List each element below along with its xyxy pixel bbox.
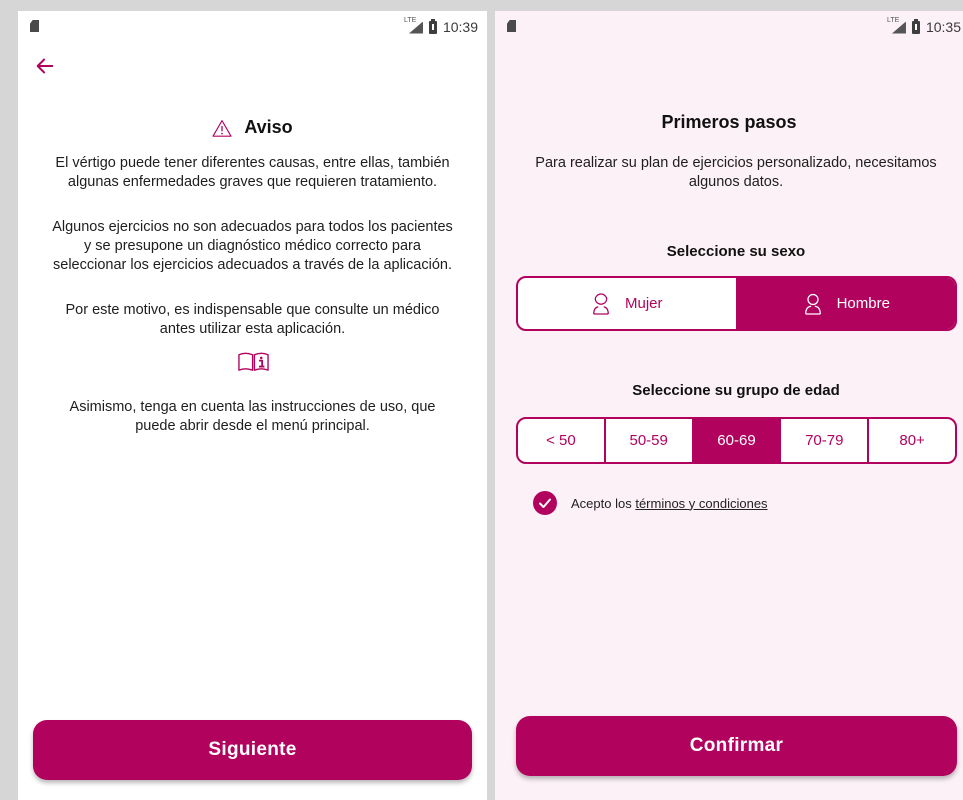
paragraph-2: Algunos ejercicios no son adecuados para…: [52, 219, 453, 273]
page-title: Aviso: [244, 117, 293, 137]
age-label: Seleccione su grupo de edad: [632, 382, 840, 399]
paragraph-1: El vértigo puede tener diferentes causas…: [55, 155, 450, 190]
male-person-icon: [804, 293, 821, 315]
page-title: Primeros pasos: [661, 112, 797, 132]
female-person-icon: [593, 292, 609, 315]
aviso-header: Aviso: [18, 117, 487, 138]
signal-icon: LTE: [404, 17, 423, 34]
age-selector: < 50 50-59 60-69 70-79 80+: [516, 417, 957, 464]
paragraph-4: Asimismo, tenga en cuenta las instruccio…: [69, 399, 436, 434]
sd-card-icon: [30, 20, 39, 32]
first-steps-screen: LTE 10:35 Primeros pasos Para realizar s…: [495, 11, 963, 800]
age-option-60-69[interactable]: 60-69: [693, 419, 782, 462]
terms-checkbox[interactable]: [533, 491, 557, 515]
status-time: 10:35: [925, 19, 961, 35]
sex-label: Seleccione su sexo: [666, 243, 806, 260]
terms-text: Acepto los términos y condiciones: [571, 495, 768, 511]
status-bar: LTE 10:39: [18, 11, 487, 45]
age-option-under-50[interactable]: < 50: [518, 419, 606, 462]
sex-selector: Mujer Hombre: [516, 276, 957, 331]
battery-icon: [428, 18, 437, 34]
sd-card-icon: [507, 20, 516, 32]
status-time: 10:39: [442, 19, 478, 35]
confirm-button[interactable]: Confirmar: [516, 716, 957, 776]
age-option-80-plus[interactable]: 80+: [869, 419, 955, 462]
next-button[interactable]: Siguiente: [33, 720, 472, 780]
status-bar: LTE 10:35: [495, 11, 963, 45]
terms-row: Acepto los términos y condiciones: [533, 491, 768, 515]
intro-text: Para realizar su plan de ejercicios pers…: [535, 155, 937, 190]
aviso-screen: LTE 10:39 Aviso El vértigo puede tener d…: [18, 11, 487, 800]
check-icon: [539, 498, 551, 508]
sex-option-female[interactable]: Mujer: [518, 278, 738, 329]
battery-icon: [911, 18, 920, 34]
info-book-icon[interactable]: [237, 352, 270, 372]
terms-link[interactable]: términos y condiciones: [635, 496, 767, 511]
age-option-50-59[interactable]: 50-59: [606, 419, 694, 462]
age-option-70-79[interactable]: 70-79: [781, 419, 870, 462]
signal-icon: LTE: [887, 17, 906, 34]
sex-option-male[interactable]: Hombre: [737, 278, 955, 329]
back-arrow-icon[interactable]: [34, 55, 56, 77]
warning-icon: [212, 119, 232, 137]
paragraph-3: Por este motivo, es indispensable que co…: [65, 302, 440, 337]
